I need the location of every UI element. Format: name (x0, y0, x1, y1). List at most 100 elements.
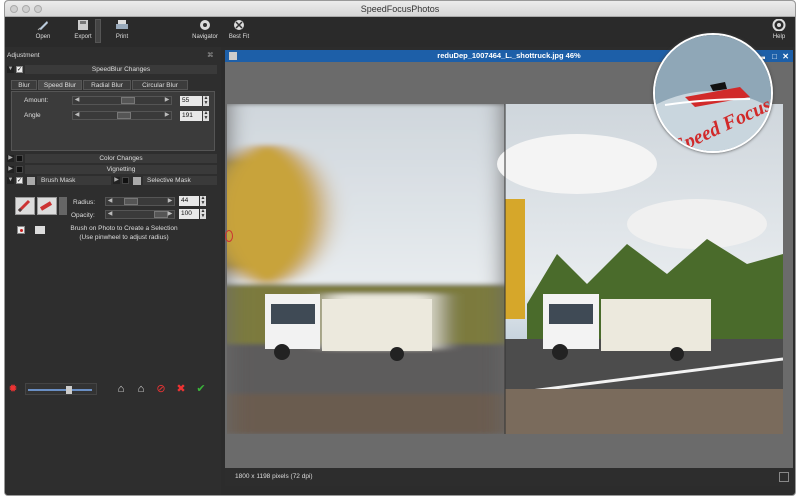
selective-mask-icon (133, 177, 141, 185)
slider-right-arrow-icon[interactable]: ▶ (166, 211, 174, 218)
radius-slider[interactable]: ◀ ▶ (105, 197, 175, 206)
radius-stepper[interactable]: ▲ ▼ (200, 196, 206, 206)
status-bar: 1800 x 1198 pixels (72 dpi) (225, 468, 793, 486)
slider-right-arrow-icon[interactable]: ▶ (163, 97, 171, 104)
help-icon (772, 19, 786, 31)
opacity-field[interactable]: 100 (179, 209, 199, 219)
amount-slider-thumb[interactable] (121, 97, 135, 104)
zoom-slider-track (28, 389, 92, 391)
slider-right-arrow-icon[interactable]: ▶ (166, 198, 174, 205)
slider-left-arrow-icon[interactable]: ◀ (73, 97, 81, 104)
open-label: Open (35, 34, 51, 40)
gear-icon[interactable]: ✹ (7, 383, 19, 395)
radius-field[interactable]: 44 (179, 196, 199, 206)
export-dropdown-arrow[interactable] (95, 19, 101, 43)
navigator-label: Navigator (192, 34, 218, 40)
opacity-slider[interactable]: ◀ ▶ (105, 210, 175, 219)
blurred-half (227, 104, 505, 434)
amount-slider[interactable]: ◀ ▶ (72, 96, 172, 105)
angle-slider[interactable]: ◀ ▶ (72, 111, 172, 120)
sharp-half (497, 104, 783, 434)
brush-mask-expand-arrow[interactable]: ▼ (7, 177, 14, 184)
export-icon (78, 20, 88, 30)
resize-grip-icon[interactable] (779, 472, 789, 482)
best-fit-button[interactable]: Best Fit (219, 19, 259, 40)
print-button[interactable]: Print (102, 19, 142, 40)
brush-mask-header[interactable]: Brush Mask (37, 176, 111, 185)
brush-mask-checkbox[interactable]: ✓ (16, 177, 23, 184)
cancel-icon[interactable]: ⊘ (155, 383, 167, 395)
angle-stepper[interactable]: ▲ ▼ (203, 111, 209, 121)
angle-field[interactable]: 191 (180, 111, 202, 121)
apply-check-icon[interactable]: ✔ (195, 383, 207, 395)
panel-title: Adjustment (7, 52, 40, 59)
image-window-close-icon[interactable]: ✕ (782, 51, 789, 63)
open-icon (37, 21, 48, 31)
help-button[interactable]: Help (759, 19, 795, 40)
tab-circular-blur[interactable]: Circular Blur (132, 80, 188, 90)
image-window-maximize-icon[interactable]: □ (772, 51, 777, 63)
opacity-stepper[interactable]: ▲ ▼ (200, 209, 206, 219)
tab-radial-blur[interactable]: Radial Blur (83, 80, 131, 90)
open-button[interactable]: Open (23, 19, 63, 40)
best-fit-icon (234, 20, 244, 30)
vignetting-expand-arrow[interactable]: ▶ (7, 166, 14, 173)
brush-cursor (225, 230, 233, 242)
amount-stepper[interactable]: ▲ ▼ (203, 96, 209, 106)
panel-detach-icon[interactable]: ⌘ (207, 51, 214, 59)
brush-icon (17, 199, 31, 213)
brush-tool-button[interactable] (15, 197, 35, 215)
app-title: SpeedFocusPhotos (360, 4, 440, 14)
selective-mask-expand-arrow[interactable]: ▶ (113, 177, 120, 184)
brush-hint-line-1: Brush on Photo to Create a Selection (70, 225, 178, 232)
vignetting-checkbox[interactable] (16, 166, 23, 173)
speedblur-expand-arrow[interactable]: ▼ (7, 66, 14, 73)
slider-left-arrow-icon[interactable]: ◀ (73, 112, 81, 119)
radius-label: Radius: (73, 199, 96, 206)
tab-speed-blur[interactable]: Speed Blur (38, 80, 82, 90)
app-window: SpeedFocusPhotos Open Export Print Navig… (4, 0, 796, 496)
speedblur-checkbox[interactable]: ✓ (16, 66, 23, 73)
vignetting-header[interactable]: Vignetting (25, 165, 217, 174)
title-bar: SpeedFocusPhotos (5, 1, 795, 17)
zoom-window-button[interactable] (34, 5, 42, 13)
toolbar: Open Export Print Navigator Best Fit Hel… (5, 17, 795, 47)
color-changes-header[interactable]: Color Changes (25, 154, 217, 163)
selective-mask-header[interactable]: Selective Mask (143, 176, 217, 185)
speed-focus-logo: Speed Focus (653, 33, 773, 153)
color-changes-checkbox[interactable] (16, 155, 23, 162)
amount-field[interactable]: 55 (180, 96, 202, 106)
angle-slider-thumb[interactable] (117, 112, 131, 119)
navigator-icon (200, 20, 210, 30)
slider-right-arrow-icon[interactable]: ▶ (163, 112, 171, 119)
best-fit-label: Best Fit (228, 34, 250, 40)
zoom-slider[interactable] (25, 383, 97, 395)
speedblur-header[interactable]: SpeedBlur Changes (25, 65, 217, 74)
image-window-icon (229, 52, 237, 60)
color-changes-expand-arrow[interactable]: ▶ (7, 155, 14, 162)
brush-hint-indicator (17, 226, 25, 234)
tab-blur[interactable]: Blur (11, 80, 37, 90)
image-dimensions: 1800 x 1198 pixels (72 dpi) (235, 473, 313, 480)
selective-mask-checkbox[interactable] (122, 177, 129, 184)
eraser-icon (39, 201, 53, 211)
speed-blur-settings: Amount: ◀ ▶ 55 ▲ ▼ Angle ◀ ▶ 191 ▲ ▼ (11, 91, 215, 151)
radius-slider-thumb[interactable] (124, 198, 138, 205)
load-mask-icon[interactable]: ⌂ (115, 383, 127, 395)
opacity-label: Opacity: (71, 212, 95, 219)
brush-hint-line-2: (Use pinwheel to adjust radius) (79, 234, 169, 241)
zoom-slider-thumb[interactable] (66, 386, 72, 394)
photo-canvas[interactable] (227, 104, 783, 434)
close-icon[interactable]: ✖ (175, 383, 187, 395)
close-window-button[interactable] (10, 5, 18, 13)
eraser-tool-button[interactable] (37, 197, 57, 215)
minimize-window-button[interactable] (22, 5, 30, 13)
image-filename: reduDep_1007464_L._shottruck.jpg 46% (437, 51, 581, 60)
brush-mode-toggle[interactable] (59, 197, 67, 215)
print-icon (116, 20, 128, 29)
print-label: Print (115, 34, 129, 40)
adjustment-panel: Adjustment ⌘ ▼ ✓ SpeedBlur Changes Blur … (5, 47, 221, 495)
slider-left-arrow-icon[interactable]: ◀ (106, 211, 114, 218)
save-mask-icon[interactable]: ⌂ (135, 383, 147, 395)
slider-left-arrow-icon[interactable]: ◀ (106, 198, 114, 205)
